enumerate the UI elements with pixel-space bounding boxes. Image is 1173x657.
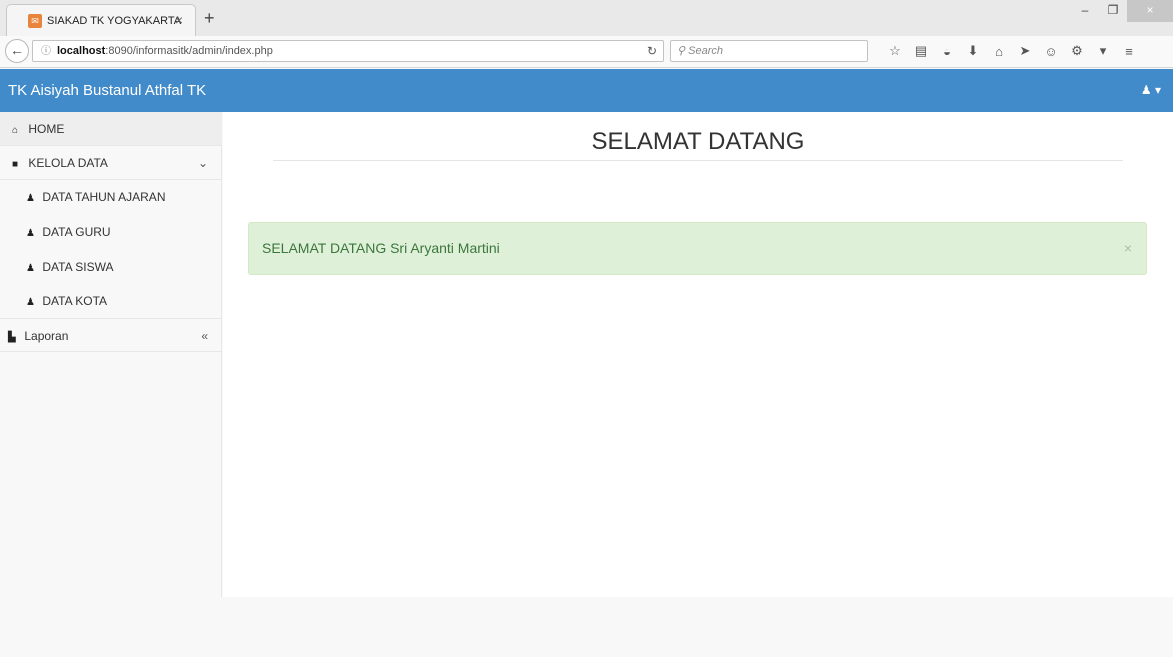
restore-button[interactable]: ❐ [1099,0,1127,22]
extension-icon[interactable]: ⚙ [1064,43,1090,59]
user-icon: ♟ [26,193,35,204]
title-divider [273,160,1123,161]
sidebar-item-home[interactable]: ⌂ HOME [0,112,222,146]
search-placeholder: Search [688,45,723,57]
sidebar-item-label: Laporan [24,329,69,343]
reading-list-icon[interactable]: ▤ [908,43,934,59]
info-icon[interactable]: ⓘ [41,46,51,57]
url-host: localhost [57,45,106,57]
app-header: TK Aisiyah Bustanul Athfal TK ♟ ▾ [0,69,1173,112]
alert-text: SELAMAT DATANG Sri Aryanti Martini [262,240,500,256]
folder-icon: ■ [12,159,19,170]
sidebar-item-data-siswa[interactable]: ♟ DATA SISWA [0,250,222,284]
file-icon: ▙ [8,332,16,343]
welcome-alert: SELAMAT DATANG Sri Aryanti Martini × [248,222,1147,275]
sidebar-item-label: DATA GURU [42,225,111,239]
reload-icon[interactable]: ↻ [647,41,657,61]
new-tab-button[interactable]: + [204,8,215,29]
bookmark-star-icon[interactable]: ☆ [882,43,908,59]
browser-tab[interactable]: ✉ SIAKAD TK YOGYAKARTA × [6,4,196,36]
chevron-down-icon: ⌄ [197,156,208,170]
user-icon: ♟ [26,228,35,239]
sidebar-item-kelola-data[interactable]: ■ KELOLA DATA ⌄ [0,146,222,180]
search-input[interactable]: ⚲ Search [670,40,868,62]
minimize-button[interactable]: – [1071,0,1099,22]
chevron-down-icon: ▾ [1154,83,1161,97]
menu-icon[interactable]: ≡ [1116,44,1142,59]
home-icon: ⌂ [12,125,19,136]
brand-title[interactable]: TK Aisiyah Bustanul Athfal TK [8,82,206,99]
window-controls: – ❐ × [1071,0,1173,24]
download-icon[interactable]: ⬇ [960,43,986,59]
sidebar-item-data-guru[interactable]: ♟ DATA GURU [0,215,222,249]
chevron-left-icon: « [201,329,208,343]
user-icon: ♟ [26,263,35,274]
sidebar-item-laporan[interactable]: ▙ Laporan « [0,318,222,352]
sidebar-item-data-tahun-ajaran[interactable]: ♟ DATA TAHUN AJARAN [0,180,222,214]
sidebar: ⌂ HOME ■ KELOLA DATA ⌄ ♟ DATA TAHUN AJAR… [0,112,222,597]
dropdown-icon[interactable]: ▾ [1090,43,1116,59]
url-bar[interactable]: ⓘ localhost:8090/informasitk/admin/index.… [32,40,664,62]
chat-icon[interactable]: ☺ [1038,44,1064,59]
user-icon: ♟ [26,297,35,308]
page-title: SELAMAT DATANG [591,128,805,155]
sidebar-item-label: KELOLA DATA [28,156,108,170]
home-icon[interactable]: ⌂ [986,44,1012,59]
main-content: SELAMAT DATANG SELAMAT DATANG Sri Aryant… [223,112,1173,597]
send-icon[interactable]: ➤ [1012,43,1038,59]
browser-tabstrip: ✉ SIAKAD TK YOGYAKARTA × + – ❐ × [0,0,1173,36]
favicon-icon: ✉ [28,14,42,28]
pocket-icon[interactable]: ◒ [934,44,960,59]
back-arrow-icon[interactable]: ← [5,39,29,63]
sidebar-item-data-kota[interactable]: ♟ DATA KOTA [0,284,222,318]
close-window-button[interactable]: × [1127,0,1173,22]
sidebar-item-label: HOME [28,122,65,136]
sidebar-item-label: DATA SISWA [42,260,114,274]
user-menu[interactable]: ♟ ▾ [1141,83,1161,97]
browser-navbar: ← ⓘ localhost:8090/informasitk/admin/inde… [0,36,1173,68]
browser-toolbar: ☆ ▤ ◒ ⬇ ⌂ ➤ ☺ ⚙ ▾ ≡ [882,40,1142,62]
sidebar-item-label: DATA KOTA [42,294,108,308]
tab-title: SIAKAD TK YOGYAKARTA [47,14,182,27]
user-icon: ♟ [1140,83,1152,97]
url-path: :8090/informasitk/admin/index.php [105,45,273,57]
tab-close-icon[interactable]: × [175,12,183,28]
search-icon: ⚲ [677,45,689,57]
close-icon[interactable]: × [1124,223,1132,274]
sidebar-item-label: DATA TAHUN AJARAN [42,190,166,204]
